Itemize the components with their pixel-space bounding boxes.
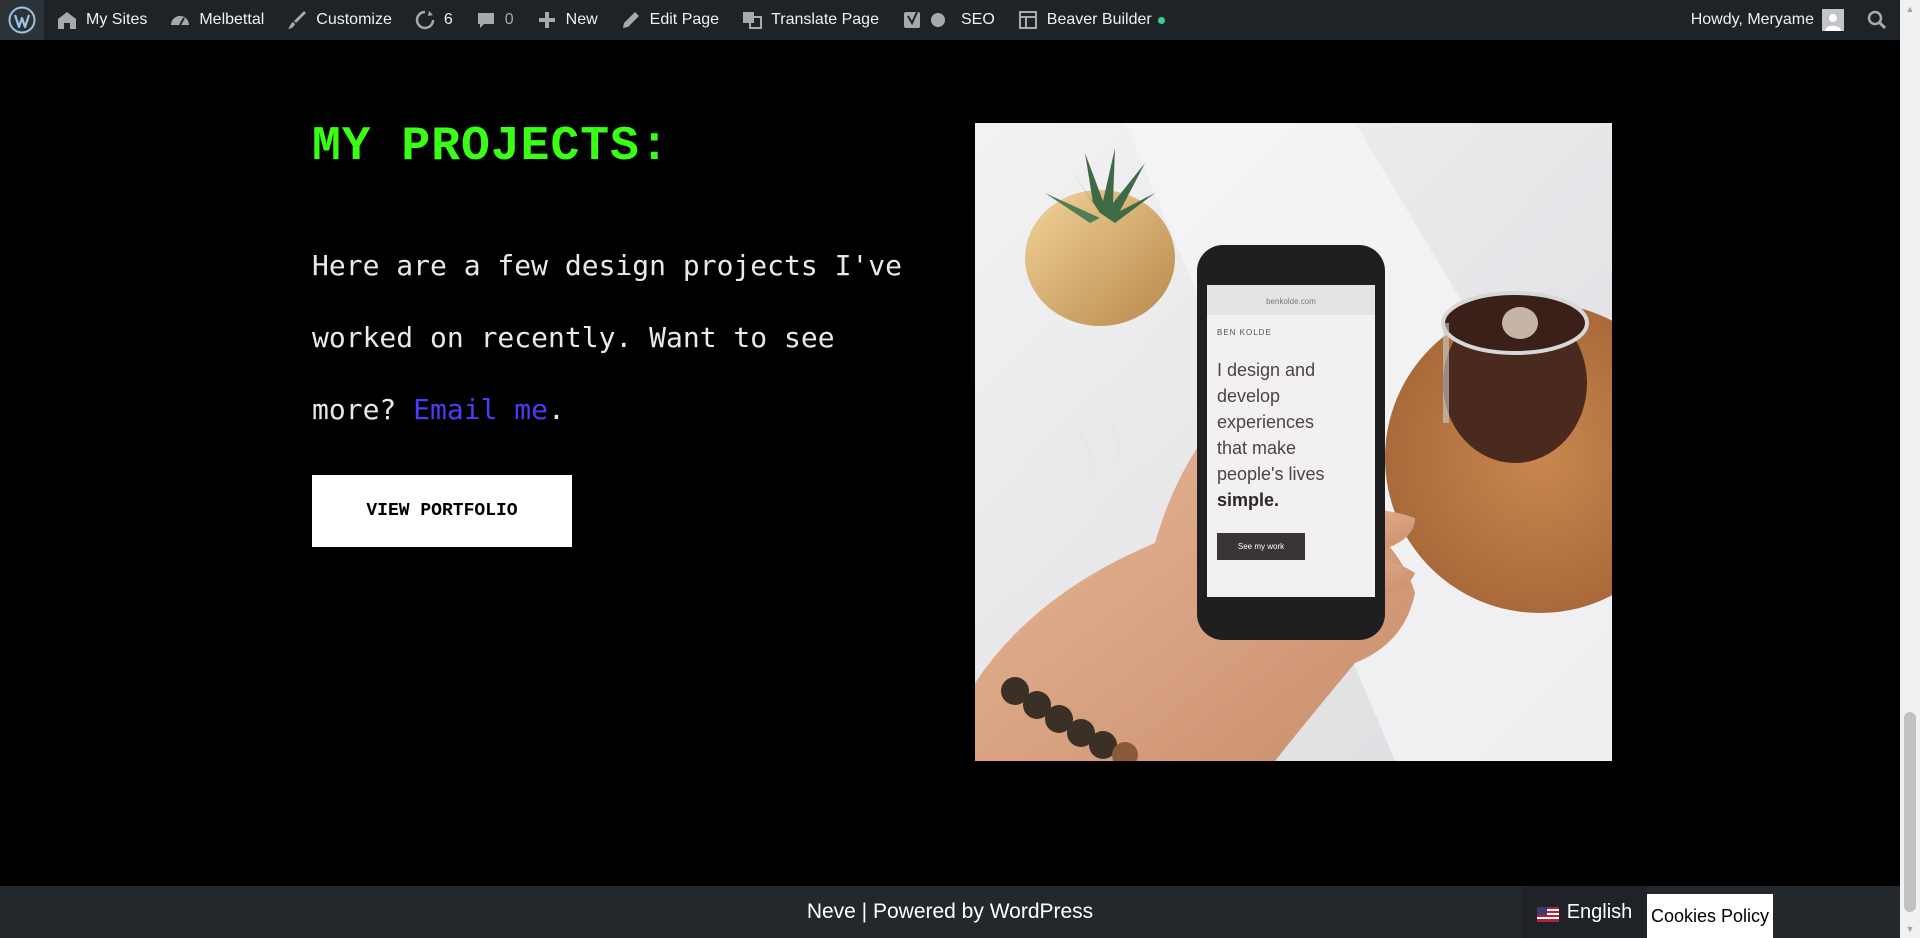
phone-tagline-4: that make bbox=[1217, 438, 1297, 458]
seo-score-dot bbox=[930, 13, 945, 27]
powered-by-text: Powered by bbox=[872, 900, 990, 923]
phone-tagline-1: I design and bbox=[1217, 360, 1316, 380]
translate-page-label: Translate Page bbox=[771, 11, 879, 28]
email-link[interactable]: Email me bbox=[413, 393, 548, 426]
wordpress-link[interactable]: WordPress bbox=[990, 900, 1093, 924]
us-flag-icon bbox=[1536, 905, 1559, 922]
account-menu[interactable]: Howdy, Meryame bbox=[1681, 0, 1854, 40]
my-sites-label: My Sites bbox=[86, 11, 148, 28]
scroll-down-arrow-icon[interactable]: ▼ bbox=[1900, 920, 1920, 938]
wp-admin-bar: My Sites Melbettal Customize 6 0 New Edi… bbox=[0, 0, 1900, 40]
phone-brand: BEN KOLDE bbox=[1217, 328, 1272, 337]
howdy-label: Howdy, Meryame bbox=[1690, 11, 1814, 28]
edit-page-button[interactable]: Edit Page bbox=[608, 0, 729, 40]
site-name-label: Melbettal bbox=[199, 11, 265, 28]
scrollbar-thumb[interactable] bbox=[1904, 712, 1916, 912]
customize-button[interactable]: Customize bbox=[274, 0, 402, 40]
scroll-up-arrow-icon[interactable]: ▲ bbox=[1900, 0, 1920, 18]
phone-url: benkolde.com bbox=[1266, 297, 1316, 306]
section-heading: MY PROJECTS: bbox=[312, 120, 670, 174]
intro-paragraph: Here are a few design projects I've work… bbox=[312, 230, 912, 446]
my-sites-menu[interactable]: My Sites bbox=[44, 0, 157, 40]
sites-icon bbox=[54, 7, 80, 33]
updates-count: 6 bbox=[443, 11, 453, 28]
new-content-button[interactable]: New bbox=[524, 0, 608, 40]
new-label: New bbox=[565, 11, 598, 28]
language-switcher[interactable]: English bbox=[1522, 886, 1647, 938]
plus-icon bbox=[534, 7, 560, 33]
avatar bbox=[1822, 9, 1844, 31]
pencil-icon bbox=[618, 7, 644, 33]
seo-menu[interactable]: SEO bbox=[889, 0, 1005, 40]
wordpress-logo-icon bbox=[8, 6, 36, 34]
coffee-glass bbox=[1441, 291, 1589, 463]
language-label: English bbox=[1566, 900, 1633, 923]
seo-label: SEO bbox=[960, 11, 995, 28]
customize-label: Customize bbox=[316, 11, 392, 28]
edit-page-label: Edit Page bbox=[649, 11, 720, 28]
site-name-menu[interactable]: Melbettal bbox=[157, 0, 274, 40]
intro-text: Here are a few design projects I've work… bbox=[312, 249, 903, 426]
beaver-builder-label: Beaver Builder bbox=[1046, 11, 1152, 28]
phone-tagline-3: experiences bbox=[1217, 412, 1315, 432]
cookies-policy-button[interactable]: Cookies Policy bbox=[1647, 894, 1773, 938]
comment-icon bbox=[473, 7, 499, 33]
intro-period: . bbox=[548, 393, 565, 426]
translate-page-button[interactable]: Translate Page bbox=[729, 0, 889, 40]
comments-count: 0 bbox=[504, 11, 514, 28]
page-scrollbar[interactable]: ▲ ▼ bbox=[1900, 0, 1920, 938]
phone-tagline-5: people's lives bbox=[1217, 464, 1325, 484]
phone-tagline-6: simple. bbox=[1217, 490, 1280, 510]
dashboard-icon bbox=[167, 7, 193, 33]
wordpress-logo-button[interactable] bbox=[0, 0, 44, 40]
beaver-builder-button[interactable]: Beaver Builder bbox=[1005, 0, 1175, 40]
yoast-icon bbox=[899, 7, 925, 33]
phone-cta-button: See my work bbox=[1217, 533, 1305, 560]
phone-tagline-2: develop bbox=[1217, 386, 1281, 406]
beaver-builder-icon bbox=[1015, 7, 1041, 33]
brush-icon bbox=[284, 7, 310, 33]
status-dot bbox=[1157, 16, 1165, 24]
search-icon bbox=[1864, 7, 1890, 33]
comments-button[interactable]: 0 bbox=[463, 0, 524, 40]
view-portfolio-button[interactable]: VIEW PORTFOLIO bbox=[312, 475, 572, 547]
translate-icon bbox=[739, 7, 765, 33]
updates-button[interactable]: 6 bbox=[402, 0, 463, 40]
earphones bbox=[1077, 421, 1122, 484]
search-button[interactable] bbox=[1854, 0, 1900, 40]
footer-separator: | bbox=[855, 900, 873, 923]
updates-icon bbox=[412, 7, 438, 33]
theme-link[interactable]: Neve bbox=[807, 900, 856, 924]
main-content: MY PROJECTS: Here are a few design proje… bbox=[0, 40, 1900, 886]
projects-photo: benkolde.com BEN KOLDE I design and deve… bbox=[975, 123, 1612, 761]
